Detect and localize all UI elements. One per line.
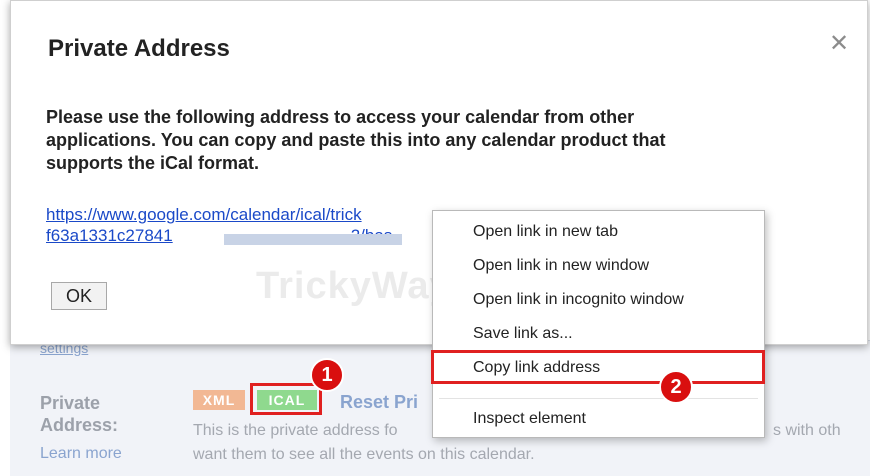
menu-item-open-incognito[interactable]: Open link in incognito window — [433, 284, 764, 316]
private-address-description-start: This is the private address fo — [193, 422, 398, 439]
ical-highlight-box — [250, 383, 322, 415]
xml-button[interactable]: XML — [193, 390, 245, 410]
menu-item-open-new-window[interactable]: Open link in new window — [433, 250, 764, 282]
private-address-label-line1: Private — [40, 393, 101, 413]
close-icon[interactable]: ✕ — [829, 29, 849, 58]
private-address-description-line2: want them to see all the events on this … — [193, 446, 535, 463]
menu-item-save-link-as[interactable]: Save link as... — [433, 318, 764, 350]
menu-separator — [439, 398, 758, 399]
step-badge-2: 2 — [659, 370, 693, 404]
redacted-url-segment — [224, 234, 402, 245]
menu-item-inspect-element[interactable]: Inspect element — [433, 403, 764, 435]
learn-more-link[interactable]: Learn more — [40, 445, 122, 463]
dialog-instructions-line1: Please use the following address to acce… — [46, 107, 635, 127]
ical-url-line1: https://www.google.com/calendar/ical/tri… — [46, 205, 362, 224]
dialog-instructions: Please use the following address to acce… — [46, 106, 826, 175]
context-menu: Open link in new tab Open link in new wi… — [432, 210, 765, 438]
copy-link-highlight-box — [431, 350, 765, 384]
private-address-label-line2: Address: — [40, 415, 119, 435]
private-address-description-end: s with oth — [773, 422, 841, 439]
ical-url-line2-prefix: f63a1331c27841 — [46, 226, 173, 245]
step-badge-1: 1 — [310, 358, 344, 392]
dialog-instructions-line2: applications. You can copy and paste thi… — [46, 130, 666, 150]
private-address-label: Private Address: — [40, 392, 118, 436]
dialog-instructions-line3: supports the iCal format. — [46, 153, 260, 173]
dialog-title: Private Address — [48, 35, 230, 62]
ok-button[interactable]: OK — [51, 282, 107, 310]
reset-private-urls-link[interactable]: Reset Pri — [340, 392, 418, 413]
menu-item-open-new-tab[interactable]: Open link in new tab — [433, 216, 764, 248]
